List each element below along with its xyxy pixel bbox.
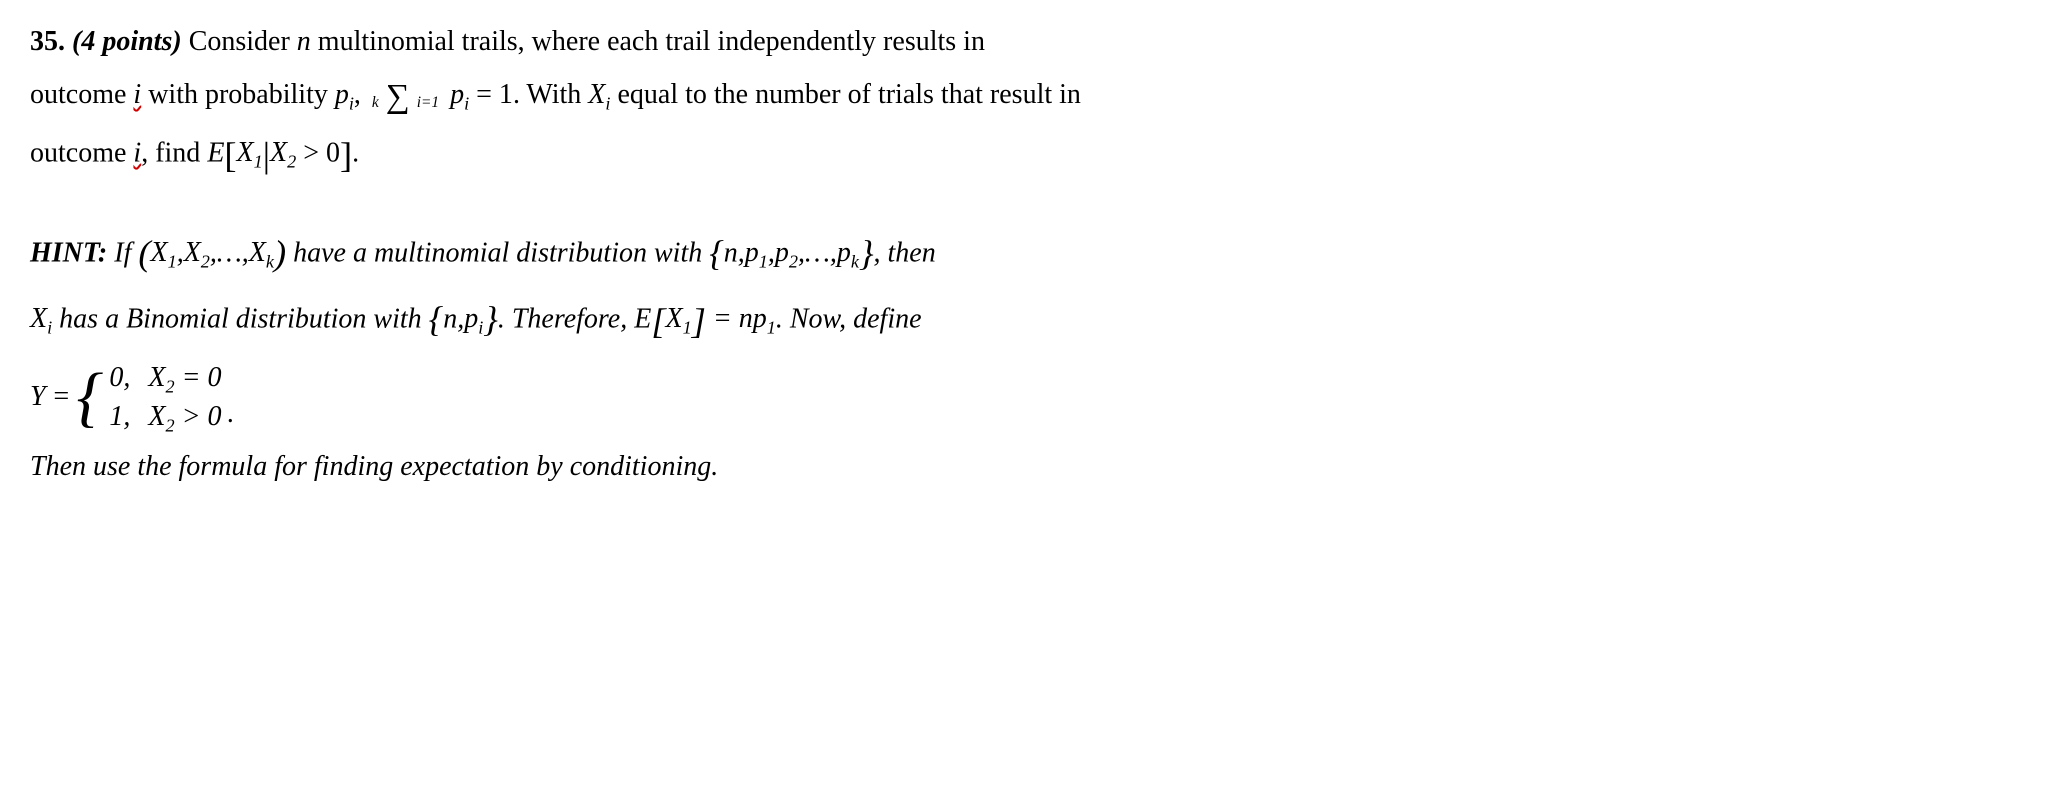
hint-block: HINT: If (X1,X2,…,Xk) have a multinomial… — [30, 224, 2016, 490]
text: Consider — [189, 26, 297, 57]
conditional-bar-icon: | — [263, 135, 270, 175]
sum-lower: i=1 — [417, 94, 439, 111]
left-bracket-icon: [ — [651, 301, 665, 341]
var-pi: pi — [335, 79, 354, 110]
hint-label: HINT: — [30, 237, 107, 268]
cases-group: { 0, X2 = 0 1, X2 > 0 — [76, 358, 221, 436]
text: . With — [513, 79, 588, 110]
text: outcome — [30, 137, 133, 168]
hint-line-4: Then use the formula for finding expecta… — [30, 445, 2016, 490]
pi: pi — [464, 303, 483, 334]
brace-l-icon: { — [429, 299, 444, 339]
dots: ,…, — [798, 237, 837, 268]
case-val: 1, — [109, 397, 130, 436]
E: E — [634, 303, 651, 334]
dots: ,…, — [210, 237, 249, 268]
Xk: Xk — [249, 237, 274, 268]
p1: p1 — [745, 237, 768, 268]
brace-r-icon: } — [483, 299, 498, 339]
text: , then — [874, 237, 936, 268]
comma: , — [738, 237, 745, 268]
points-label: (4 points) — [72, 26, 182, 57]
text: have a multinomial distribution with — [286, 237, 709, 268]
text: equal to the number of trials that resul… — [610, 79, 1080, 110]
hint-line-3: Y = { 0, X2 = 0 1, X2 > 0 . — [30, 358, 2016, 436]
right-bracket-icon: ] — [692, 301, 706, 341]
eq-np1: = np1 — [706, 303, 776, 334]
X2: X2 — [270, 137, 296, 168]
text: with probability — [141, 79, 335, 110]
comma: , — [177, 237, 184, 268]
right-bracket-icon: ] — [340, 135, 352, 175]
text: . Now, define — [776, 303, 922, 334]
n: n — [724, 237, 738, 268]
Y-var: Y — [30, 375, 46, 420]
large-brace-icon: { — [76, 370, 103, 424]
hint-line-1: HINT: If (X1,X2,…,Xk) have a multinomial… — [30, 224, 2016, 282]
n: n — [443, 303, 457, 334]
sigma-icon: ∑ — [386, 78, 410, 115]
X2: X2 — [184, 237, 210, 268]
X1: X1 — [150, 237, 176, 268]
case-row-0: 0, X2 = 0 — [109, 358, 221, 397]
X1: X1 — [237, 137, 263, 168]
hint-line-2: Xi has a Binomial distribution with {n,p… — [30, 290, 2016, 350]
comma: , — [768, 237, 775, 268]
text: , — [354, 79, 368, 110]
summation: k ∑ i=1 — [372, 80, 439, 114]
paren-l-icon: ( — [138, 233, 150, 273]
period: . — [352, 137, 359, 168]
var-n: n — [297, 26, 311, 57]
var-Xi: Xi — [588, 79, 610, 110]
left-bracket-icon: [ — [224, 135, 236, 175]
text: If — [114, 237, 138, 268]
case-period: . — [227, 392, 234, 437]
paren-r-icon: ) — [274, 233, 286, 273]
case-cond: X2 > 0 — [148, 397, 221, 436]
p2: p2 — [775, 237, 798, 268]
problem-block: 35. (4 points) Consider n multinomial tr… — [30, 20, 2016, 184]
sum-body: pi — [450, 79, 469, 110]
text: . Therefore, — [498, 303, 634, 334]
expectation-E: E — [207, 137, 224, 168]
pk: pk — [837, 237, 859, 268]
problem-line-3: outcome i, find E[X1|X2 > 0]. — [30, 126, 2016, 184]
case-val: 0, — [109, 358, 130, 397]
text: , find — [141, 137, 207, 168]
brace-l-icon: { — [709, 233, 724, 273]
case-row-1: 1, X2 > 0 — [109, 397, 221, 436]
text: outcome — [30, 79, 133, 110]
sum-upper: k — [372, 94, 379, 111]
Xi: Xi — [30, 303, 52, 334]
problem-number: 35. — [30, 26, 65, 57]
sum-eq: = 1 — [469, 79, 513, 110]
X1: X1 — [665, 303, 691, 334]
text: has a Binomial distribution with — [52, 303, 428, 334]
equals: = — [52, 375, 71, 420]
text: multinomial trails, where each trail ind… — [311, 26, 985, 57]
case-cond: X2 = 0 — [148, 358, 221, 397]
problem-line-2: outcome i with probability pi, k ∑ i=1 p… — [30, 73, 2016, 118]
cases: 0, X2 = 0 1, X2 > 0 — [109, 358, 221, 436]
problem-line-1: 35. (4 points) Consider n multinomial tr… — [30, 20, 2016, 65]
brace-r-icon: } — [859, 233, 874, 273]
gt-zero: > 0 — [296, 137, 340, 168]
